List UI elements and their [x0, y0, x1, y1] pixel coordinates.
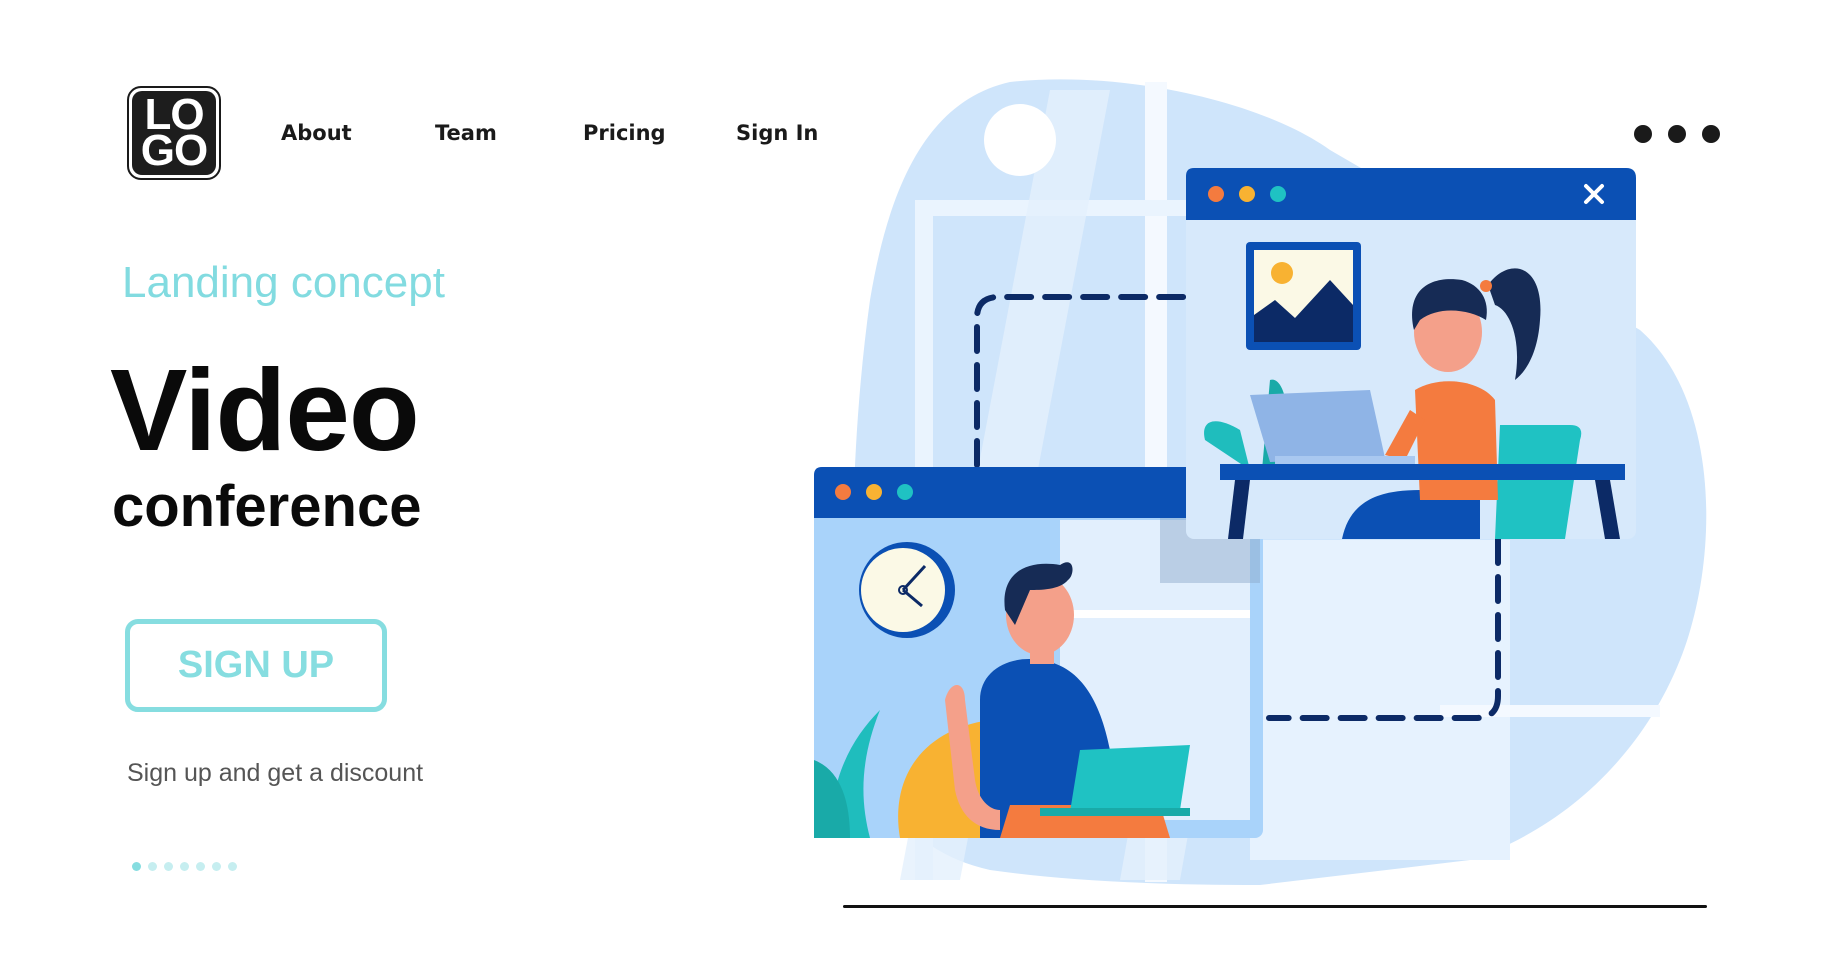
nav-pricing[interactable]: Pricing: [583, 121, 666, 145]
pagination-dot[interactable]: [196, 862, 205, 871]
pagination-dot[interactable]: [180, 862, 189, 871]
hero-title: Video: [110, 345, 420, 475]
nav-team[interactable]: Team: [435, 121, 497, 145]
carousel-pagination[interactable]: [132, 862, 237, 871]
pagination-dot[interactable]: [212, 862, 221, 871]
nav-sign-in[interactable]: Sign In: [736, 121, 818, 145]
pagination-dot[interactable]: [228, 862, 237, 871]
pagination-dot[interactable]: [164, 862, 173, 871]
logo[interactable]: LO GO: [127, 86, 221, 180]
sign-up-caption: Sign up and get a discount: [127, 759, 424, 787]
more-horizontal-icon[interactable]: [1634, 125, 1720, 143]
image-icon: [1246, 242, 1361, 350]
divider-line: [843, 905, 1707, 908]
clock-icon: [859, 542, 955, 638]
nav-about[interactable]: About: [281, 121, 352, 145]
hero-title-line2: conference: [112, 474, 422, 539]
pagination-dot[interactable]: [148, 862, 157, 871]
pagination-dot[interactable]: [132, 862, 141, 871]
sign-up-button[interactable]: SIGN UP: [125, 619, 387, 712]
logo-mark: LO GO: [132, 91, 216, 175]
video-window-woman: [1186, 168, 1636, 539]
logo-text-bottom: GO: [140, 126, 208, 175]
hero-subtitle: Landing concept: [122, 258, 445, 307]
